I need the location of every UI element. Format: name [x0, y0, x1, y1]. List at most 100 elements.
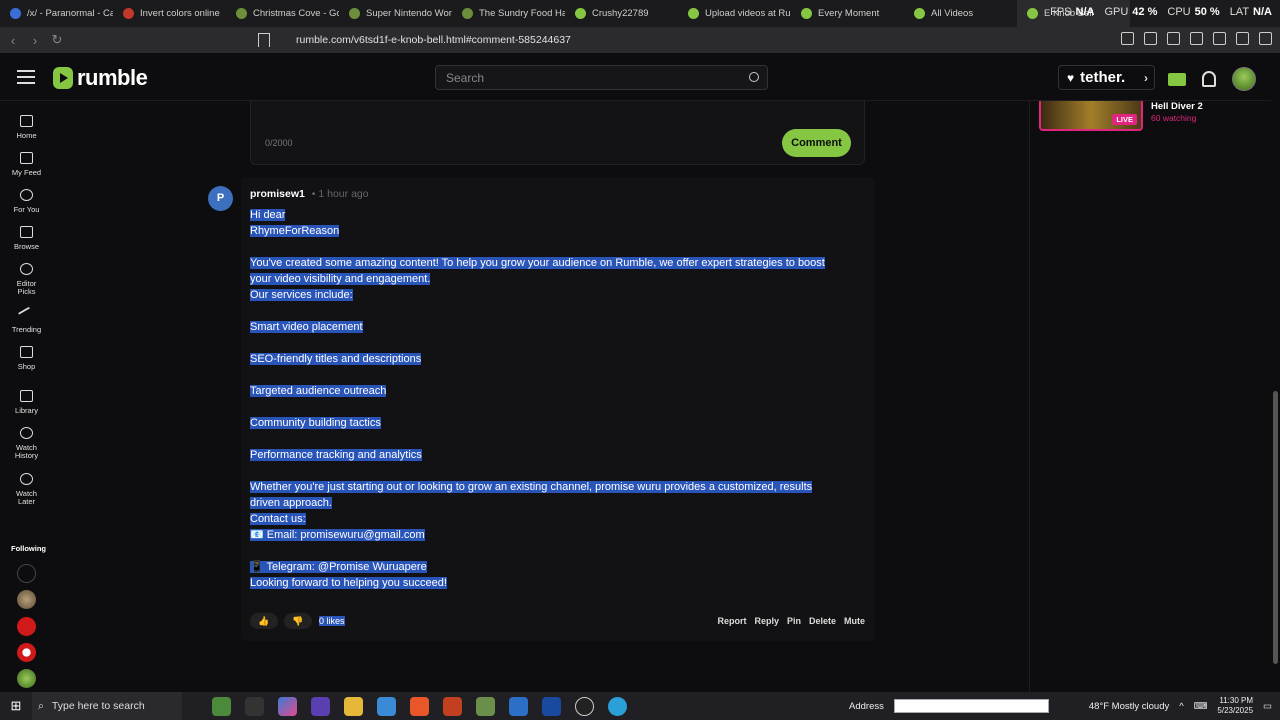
browser-tab[interactable]: The Sundry Food Hall: [452, 0, 565, 27]
reply-button[interactable]: Reply: [754, 616, 779, 626]
hamburger-menu-icon[interactable]: [17, 70, 35, 84]
comment-line: 📱 Telegram: @Promise Wuruapere: [250, 559, 865, 575]
comment-line-text: driven approach.: [250, 497, 332, 509]
browser-tab[interactable]: Crushy22789: [565, 0, 678, 27]
cpu-value: 50 %: [1194, 6, 1220, 18]
turtle-app-icon[interactable]: [212, 696, 231, 716]
scrollbar-thumb[interactable]: [1273, 391, 1278, 664]
notifications-icon[interactable]: ▭: [1263, 701, 1272, 712]
taskbar-apps: [212, 696, 627, 716]
sidebar-item-watch-later[interactable]: Watch Later: [0, 473, 53, 506]
comment-submit-button[interactable]: Comment: [782, 129, 851, 157]
address-toolbar-input[interactable]: [893, 699, 1049, 713]
thumbs-up-icon[interactable]: 👍: [250, 613, 278, 629]
search-icon[interactable]: [749, 72, 759, 82]
delete-button[interactable]: Delete: [809, 616, 836, 626]
sidebar-item-browse[interactable]: Browse: [0, 226, 53, 251]
comment-line: 📧 Email: promisewuru@gmail.com: [250, 527, 865, 543]
clock[interactable]: 11:30 PM 5/23/2025: [1217, 696, 1253, 716]
sidebar-item-editor-picks[interactable]: Editor Picks: [0, 263, 53, 296]
following-channel-avatar[interactable]: [17, 643, 36, 662]
comment-username[interactable]: promisew1: [250, 188, 305, 200]
page-scrollbar[interactable]: [1271, 53, 1280, 692]
menu-icon[interactable]: [1259, 32, 1272, 45]
comment-line-text: Hi dear: [250, 209, 286, 221]
browser-tab[interactable]: Every Moment: [791, 0, 904, 27]
task-view-icon[interactable]: [245, 696, 264, 716]
live-video-thumbnail[interactable]: LIVE: [1039, 101, 1143, 131]
user-avatar[interactable]: [1232, 67, 1256, 91]
tab-title: Invert colors online: [140, 8, 220, 19]
sidebar-item-home[interactable]: Home: [0, 115, 53, 140]
file-explorer-icon[interactable]: [344, 696, 363, 716]
search-input[interactable]: [436, 66, 736, 90]
thumbs-down-icon[interactable]: 👎: [284, 613, 312, 629]
rumble-logo[interactable]: rumble: [53, 65, 148, 91]
comment-line-text: Our services include:: [250, 289, 353, 301]
app-icon[interactable]: [542, 696, 561, 716]
report-button[interactable]: Report: [717, 616, 746, 626]
tether-sponsor-button[interactable]: ♥ tether. ›: [1058, 65, 1155, 90]
sidebar-item-label: Shop: [17, 362, 36, 371]
go-live-camera-icon[interactable]: [1168, 72, 1186, 86]
sidebar-item-watch-history[interactable]: Watch History: [0, 427, 53, 460]
sidebar-item-library[interactable]: Library: [0, 390, 53, 415]
chevron-up-icon[interactable]: ^: [1179, 701, 1183, 712]
comment-line-text: Performance tracking and analytics: [250, 449, 422, 461]
lat-value: N/A: [1253, 6, 1272, 18]
url-field[interactable]: rumble.com/v6tsd1f-e-knob-bell.html#comm…: [296, 34, 571, 46]
live-badge: LIVE: [1112, 114, 1137, 125]
copilot-icon[interactable]: [278, 696, 297, 716]
wallet-icon[interactable]: [1190, 32, 1203, 45]
ai-icon[interactable]: [1213, 32, 1226, 45]
commenter-avatar[interactable]: P: [208, 186, 233, 211]
following-channel-avatar[interactable]: [17, 564, 36, 583]
sidebar-icon[interactable]: [1167, 32, 1180, 45]
browser-tab[interactable]: Upload videos at Rum: [678, 0, 791, 27]
pin-button[interactable]: Pin: [787, 616, 801, 626]
windows-start-icon[interactable]: ⊞: [0, 698, 32, 714]
sidebar-item-shop[interactable]: Shop: [0, 346, 53, 371]
comment-line: Hi dear: [250, 207, 865, 223]
shield-icon[interactable]: [1236, 32, 1249, 45]
tab-title: The Sundry Food Hall: [479, 8, 565, 19]
mute-button[interactable]: Mute: [844, 616, 865, 626]
app-icon[interactable]: [311, 696, 330, 716]
browser-tab[interactable]: Christmas Cove - Goo: [226, 0, 339, 27]
reload-icon[interactable]: ↻: [48, 32, 66, 48]
clock-date: 5/23/2025: [1217, 706, 1254, 715]
app-icon[interactable]: [377, 696, 396, 716]
browser-tab[interactable]: All Videos: [904, 0, 1017, 27]
browser-tab[interactable]: Super Nintendo World: [339, 0, 452, 27]
taskbar-search[interactable]: ⌕ Type here to search: [32, 692, 182, 720]
following-channel-avatar[interactable]: [17, 590, 36, 609]
app-icon[interactable]: [476, 696, 495, 716]
lat-label: LAT: [1229, 6, 1250, 18]
gpu-value: 42 %: [1132, 6, 1158, 18]
browser-tab[interactable]: Invert colors online: [113, 0, 226, 27]
following-channel-avatar[interactable]: [17, 669, 36, 688]
forward-icon[interactable]: ›: [26, 33, 44, 48]
main-content: 0/2000 Comment P promisew1 • 1 hour ago …: [53, 101, 1030, 692]
sidebar-item-my-feed[interactable]: My Feed: [0, 152, 53, 177]
media-player-icon[interactable]: [575, 696, 594, 716]
weather-widget[interactable]: 48°F Mostly cloudy: [1089, 701, 1169, 712]
likes-count: 0 likes: [319, 616, 345, 626]
sidebar-item-for-you[interactable]: For You: [0, 189, 53, 214]
following-channel-avatar[interactable]: [17, 617, 36, 636]
extensions-icon[interactable]: [1121, 32, 1134, 45]
browser-tab[interactable]: /x/ - Paranormal - Cat: [0, 0, 113, 27]
app-icon[interactable]: [443, 696, 462, 716]
keyboard-icon[interactable]: ⌨: [1194, 701, 1208, 712]
brave-browser-icon[interactable]: [410, 696, 429, 716]
live-video-title[interactable]: Hell Diver 2: [1151, 101, 1203, 112]
download-icon[interactable]: [1144, 32, 1157, 45]
back-icon[interactable]: ‹: [4, 33, 22, 48]
app-icon[interactable]: [509, 696, 528, 716]
site-header: rumble ♥ tether. ›: [0, 53, 1280, 101]
sidebar-item-trending[interactable]: Trending: [0, 306, 53, 334]
telegram-icon[interactable]: [608, 696, 627, 716]
notifications-bell-icon[interactable]: [1202, 71, 1216, 87]
bookmark-icon[interactable]: [258, 33, 270, 47]
clock-icon: [20, 473, 33, 485]
